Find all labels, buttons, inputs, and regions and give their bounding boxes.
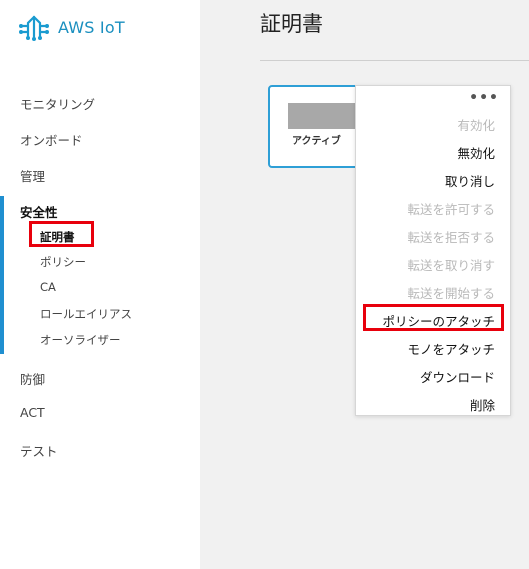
menu-item-revoke[interactable]: 取り消し [445, 171, 495, 190]
certificate-status: アクティブ [292, 136, 341, 147]
nav-subitem-role-aliases[interactable]: ロールエイリアス [40, 306, 132, 322]
nav-item-test[interactable]: テスト [20, 441, 58, 460]
nav-item-manage[interactable]: 管理 [20, 166, 45, 185]
aws-iot-logo[interactable]: AWS IoT [18, 12, 125, 42]
menu-item-download[interactable]: ダウンロード [420, 367, 495, 386]
menu-item-attach-thing[interactable]: モノをアタッチ [407, 339, 495, 358]
logo-text: AWS IoT [58, 17, 125, 37]
certificate-id-redacted [288, 103, 356, 129]
certificate-actions-menu: ••• 有効化 無効化 取り消し 転送を許可する 転送を拒否する 転送を取り消す… [355, 85, 511, 416]
nav-item-onboard[interactable]: オンボード [20, 130, 83, 149]
nav-item-monitoring[interactable]: モニタリング [20, 94, 95, 113]
iot-circuit-icon [19, 15, 49, 41]
title-divider [260, 60, 529, 61]
nav-subitem-authorizers[interactable]: オーソライザー [40, 332, 121, 348]
menu-item-activate[interactable]: 有効化 [457, 115, 495, 134]
nav-item-secure[interactable]: 安全性 [20, 202, 58, 221]
menu-item-delete[interactable]: 削除 [470, 395, 495, 414]
menu-item-start-transfer[interactable]: 転送を開始する [407, 283, 495, 302]
nav-item-act[interactable]: ACT [20, 405, 45, 420]
nav-item-defend[interactable]: 防御 [20, 369, 45, 388]
active-section-indicator [0, 196, 4, 354]
page-title: 証明書 [260, 12, 323, 36]
highlight-certificates [29, 221, 94, 247]
nav-subitem-policies[interactable]: ポリシー [40, 254, 86, 270]
menu-item-reject-transfer[interactable]: 転送を拒否する [407, 227, 495, 246]
menu-item-deactivate[interactable]: 無効化 [457, 143, 495, 162]
highlight-attach-policy [363, 304, 504, 331]
sidebar: AWS IoT モニタリング オンボード 管理 安全性 証明書 ポリシー CA … [0, 0, 200, 569]
more-options-icon[interactable]: ••• [469, 91, 499, 105]
nav-subitem-ca[interactable]: CA [40, 280, 56, 294]
menu-item-accept-transfer[interactable]: 転送を許可する [407, 199, 495, 218]
menu-item-revoke-transfer[interactable]: 転送を取り消す [407, 255, 495, 274]
